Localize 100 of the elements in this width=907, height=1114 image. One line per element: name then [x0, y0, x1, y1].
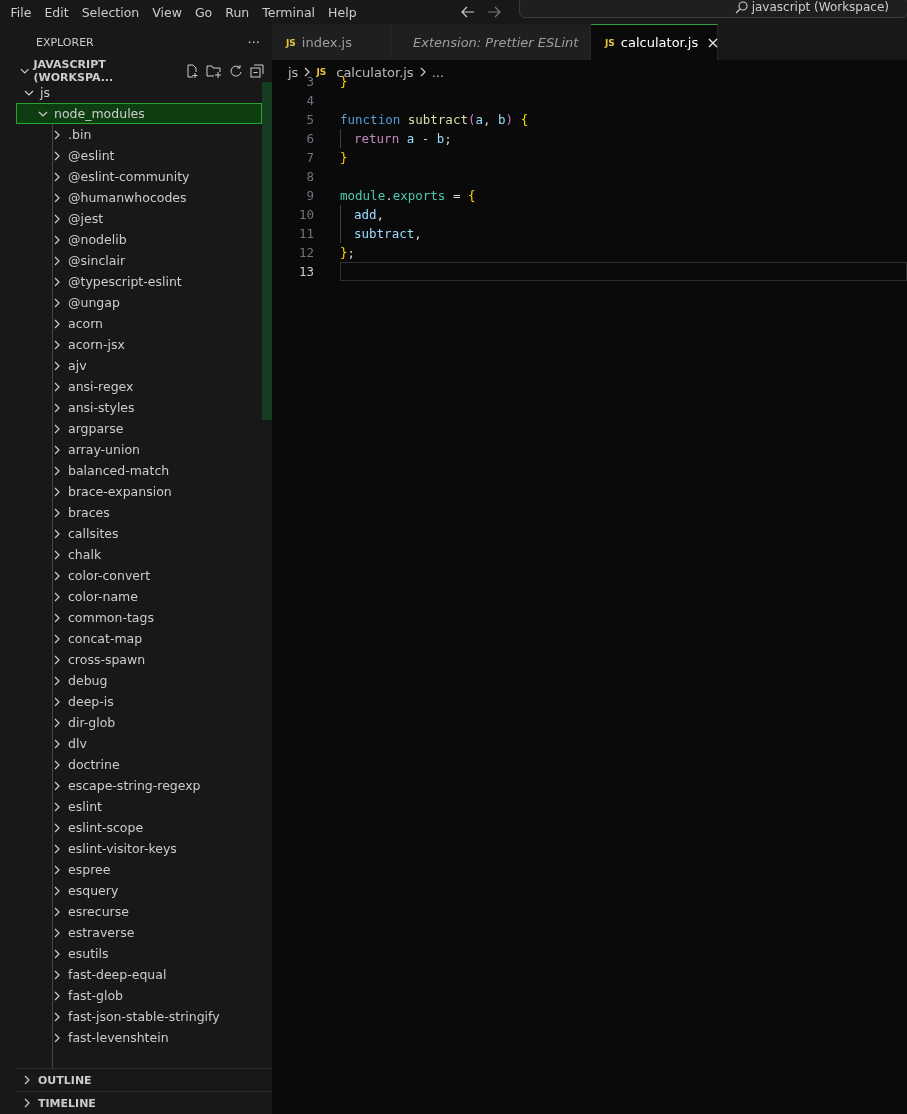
- command-center-search[interactable]: javascript (Workspace): [519, 0, 907, 18]
- tree-item[interactable]: @sinclair: [16, 250, 262, 271]
- chevron-right-icon: [52, 486, 62, 497]
- tree-item[interactable]: eslint-visitor-keys: [16, 838, 262, 859]
- chevron-right-icon: [52, 1011, 62, 1022]
- chevron-right-icon: [52, 969, 62, 980]
- tree-item[interactable]: chalk: [16, 544, 262, 565]
- menu-item[interactable]: Go: [188, 4, 219, 20]
- tree-item[interactable]: dlv: [16, 733, 262, 754]
- menu-item[interactable]: Edit: [37, 4, 76, 20]
- menu-item[interactable]: Help: [321, 4, 364, 20]
- editor-tab[interactable]: JS calculator.js ×: [591, 24, 718, 60]
- tree-item[interactable]: @jest: [16, 208, 262, 229]
- line-number: 3: [305, 74, 314, 89]
- chevron-right-icon: [52, 549, 62, 560]
- tree-item[interactable]: color-name: [16, 586, 262, 607]
- chevron-right-icon: [52, 150, 62, 161]
- breadcrumb-item[interactable]: ...: [431, 64, 445, 80]
- panel-title[interactable]: OUTLINE: [38, 1073, 92, 1087]
- tree-item[interactable]: esrecurse: [16, 901, 262, 922]
- tree-item[interactable]: @typescript-eslint: [16, 271, 262, 292]
- chevron-right-icon: [52, 822, 62, 833]
- tree-item[interactable]: argparse: [16, 418, 262, 439]
- tree-item[interactable]: @eslint: [16, 145, 262, 166]
- tree-item[interactable]: common-tags: [16, 607, 262, 628]
- line-number: 13: [297, 264, 314, 279]
- chevron-right-icon: [52, 843, 62, 854]
- tree-item[interactable]: eslint: [16, 796, 262, 817]
- tree-item[interactable]: fast-json-stable-stringify: [16, 1006, 262, 1027]
- tree-item[interactable]: esutils: [16, 943, 262, 964]
- code-line: subtract,: [354, 226, 422, 241]
- chevron-right-icon: [52, 129, 62, 140]
- tree-item[interactable]: ansi-styles: [16, 397, 262, 418]
- tree-item[interactable]: fast-deep-equal: [16, 964, 262, 985]
- tree-item[interactable]: deep-is: [16, 691, 262, 712]
- menu-item[interactable]: View: [145, 4, 189, 20]
- chevron-right-icon: [52, 171, 62, 182]
- breadcrumb-item[interactable]: js: [288, 64, 299, 80]
- tree-item[interactable]: ansi-regex: [16, 376, 262, 397]
- tree-item[interactable]: fast-glob: [16, 985, 262, 1006]
- tree-item[interactable]: @humanwhocodes: [16, 187, 262, 208]
- scrollbar-thumb[interactable]: [262, 82, 272, 420]
- menu-item[interactable]: Terminal: [255, 4, 322, 20]
- tree-item[interactable]: callsites: [16, 523, 262, 544]
- forward-arrow-icon[interactable]: [487, 6, 501, 18]
- collapse-all-icon[interactable]: [250, 64, 264, 78]
- new-folder-icon[interactable]: [206, 64, 222, 78]
- js-file-icon: JS: [316, 67, 327, 77]
- tree-item[interactable]: cross-spawn: [16, 649, 262, 670]
- tree-item[interactable]: escape-string-regexp: [16, 775, 262, 796]
- tree-item[interactable]: balanced-match: [16, 460, 262, 481]
- tree-item[interactable]: eslint-scope: [16, 817, 262, 838]
- tree-item[interactable]: ajv: [16, 355, 262, 376]
- menu-item[interactable]: Run: [218, 4, 256, 20]
- tree-item[interactable]: espree: [16, 859, 262, 880]
- tree-item[interactable]: acorn: [16, 313, 262, 334]
- tree-item[interactable]: @ungap: [16, 292, 262, 313]
- tree-item[interactable]: concat-map: [16, 628, 262, 649]
- tree-item[interactable]: doctrine: [16, 754, 262, 775]
- tree-item[interactable]: fast-levenshtein: [16, 1027, 262, 1048]
- tree-item[interactable]: js: [16, 82, 262, 103]
- tree-item[interactable]: braces: [16, 502, 262, 523]
- more-actions-button[interactable]: ···: [247, 34, 260, 50]
- tree-item[interactable]: array-union: [16, 439, 262, 460]
- back-arrow-icon[interactable]: [461, 6, 475, 18]
- line-number: 7: [305, 150, 314, 165]
- tree-item[interactable]: color-convert: [16, 565, 262, 586]
- tree-item[interactable]: brace-expansion: [16, 481, 262, 502]
- tree-item[interactable]: node_modules: [16, 103, 262, 124]
- chevron-right-icon: [52, 276, 62, 287]
- line-number: 8: [305, 169, 314, 184]
- new-file-icon[interactable]: [185, 64, 199, 78]
- editor-tab[interactable]: Extension: Prettier ESLint: [392, 24, 591, 60]
- workspace-title[interactable]: JAVASCRIPT (WORKSPA...: [33, 58, 181, 84]
- search-icon: [734, 0, 748, 14]
- chevron-right-icon: [52, 717, 62, 728]
- chevron-right-icon: [52, 948, 62, 959]
- tree-item[interactable]: debug: [16, 670, 262, 691]
- close-icon[interactable]: ×: [706, 33, 720, 52]
- chevron-right-icon: [52, 906, 62, 917]
- tree-item[interactable]: acorn-jsx: [16, 334, 262, 355]
- tree-item[interactable]: esquery: [16, 880, 262, 901]
- chevron-right-icon: [52, 465, 62, 476]
- line-number: 11: [297, 226, 314, 241]
- tree-item[interactable]: estraverse: [16, 922, 262, 943]
- code-line: add,: [354, 207, 385, 222]
- chevron-right-icon: [52, 570, 62, 581]
- refresh-icon[interactable]: [229, 64, 243, 78]
- tree-item[interactable]: dir-glob: [16, 712, 262, 733]
- chevron-right-icon: [52, 213, 62, 224]
- panel-title[interactable]: TIMELINE: [38, 1096, 96, 1110]
- editor-tab[interactable]: JS index.js: [272, 24, 392, 60]
- tree-item[interactable]: @nodelib: [16, 229, 262, 250]
- tree-item[interactable]: .bin: [16, 124, 262, 145]
- tree-item[interactable]: @eslint-community: [16, 166, 262, 187]
- menu-item[interactable]: File: [4, 4, 38, 20]
- chevron-right-icon: [52, 1032, 62, 1043]
- line-number: 5: [305, 112, 314, 127]
- code-line: return a - b;: [354, 131, 452, 146]
- menu-item[interactable]: Selection: [75, 4, 146, 20]
